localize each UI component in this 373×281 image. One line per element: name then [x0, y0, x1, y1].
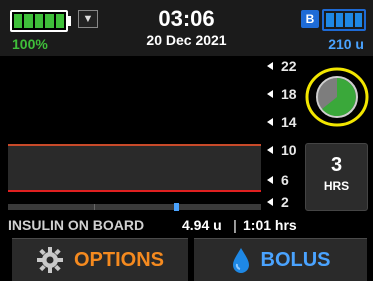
- low-threshold-line: [8, 190, 261, 192]
- hours-value: 3: [330, 154, 343, 176]
- left-arrow-icon: [267, 90, 273, 98]
- iob-separator: |: [233, 217, 237, 233]
- drop-icon: [232, 248, 249, 273]
- cartridge-indicator: [322, 9, 366, 31]
- y-axis-label: 22: [267, 58, 303, 74]
- y-axis-label: 6: [267, 172, 303, 188]
- left-arrow-icon: [267, 146, 273, 154]
- y-axis-label: 2: [267, 194, 303, 210]
- bolus-label: BOLUS: [260, 248, 331, 271]
- hours-label: HRS: [323, 179, 350, 193]
- left-arrow-icon: [267, 118, 273, 126]
- bluetooth-badge: B: [301, 10, 319, 28]
- iob-label: INSULIN ON BOARD: [8, 217, 145, 233]
- graph-hours-button[interactable]: 3 HRS: [305, 143, 368, 211]
- high-threshold-line: [8, 144, 261, 146]
- status-bar: 100% ▼ 03:06 20 Dec 2021 B 210 u: [0, 0, 373, 56]
- left-arrow-icon: [267, 176, 273, 184]
- cartridge-units: 210 u: [328, 36, 364, 52]
- glucose-graph[interactable]: [8, 58, 261, 211]
- bolus-button[interactable]: BOLUS: [194, 238, 367, 281]
- bolus-dial-button[interactable]: [305, 65, 369, 129]
- graph-timeline: [8, 204, 261, 210]
- options-label: OPTIONS: [73, 248, 164, 271]
- bolus-dial-icon: [305, 67, 369, 127]
- options-button[interactable]: OPTIONS: [12, 238, 188, 281]
- y-axis-label: 10: [267, 142, 303, 158]
- graph-y-axis: 22 18 14 10 6 2: [261, 56, 303, 212]
- insulin-on-board-bar: INSULIN ON BOARD 4.94 u | 1:01 hrs: [0, 214, 373, 236]
- y-axis-label: 18: [267, 86, 303, 102]
- timeline-tick: [94, 204, 95, 210]
- gear-icon: [36, 247, 63, 273]
- iob-time: 1:01 hrs: [243, 217, 297, 233]
- left-arrow-icon: [267, 198, 273, 206]
- iob-value: 4.94 u: [182, 217, 222, 233]
- current-time-marker: [174, 203, 179, 211]
- y-axis-label: 14: [267, 114, 303, 130]
- target-range-band: [8, 144, 261, 190]
- left-arrow-icon: [267, 62, 273, 70]
- clock-date: 20 Dec 2021: [146, 32, 227, 48]
